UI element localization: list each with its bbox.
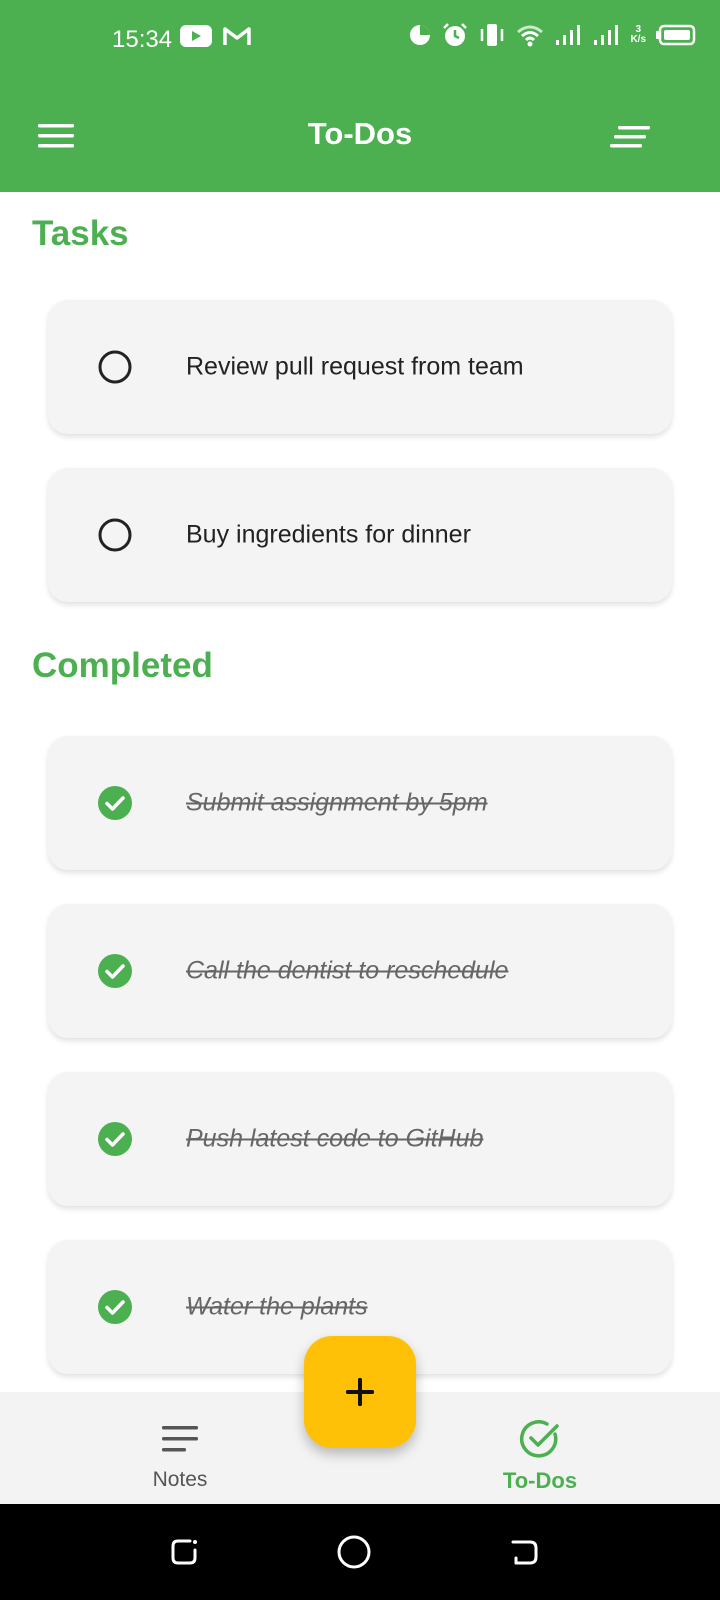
notes-lines-icon	[162, 1426, 198, 1452]
task-label: Buy ingredients for dinner	[186, 520, 471, 549]
net-speed: 3 K/s	[630, 24, 646, 45]
task-card[interactable]: Review pull request from team	[48, 300, 672, 434]
nav-todos[interactable]: To-Dos	[440, 1392, 640, 1504]
completed-label: Submit assignment by 5pm	[186, 788, 488, 817]
system-nav-bar	[0, 1504, 720, 1600]
status-time: 15:34	[112, 26, 173, 53]
home-icon[interactable]	[334, 1532, 374, 1572]
gmail-icon	[223, 27, 251, 45]
wifi-icon	[517, 25, 544, 47]
add-todo-button[interactable]	[304, 1336, 416, 1448]
app-bar: To-Dos	[0, 80, 720, 192]
plus-icon	[346, 1378, 374, 1406]
status-bar: 15:34 3 K/s	[0, 0, 720, 80]
completed-section-title: Completed	[32, 646, 213, 685]
check-circle-outline-icon	[520, 1420, 559, 1458]
youtube-icon	[180, 25, 212, 47]
check-circle-icon[interactable]	[98, 954, 132, 988]
battery-icon	[656, 24, 696, 46]
vibrate-icon	[481, 24, 504, 46]
unchecked-circle-icon[interactable]	[98, 518, 132, 552]
task-label: Review pull request from team	[186, 352, 524, 381]
check-circle-icon[interactable]	[98, 786, 132, 820]
completed-card[interactable]: Push latest code to GitHub	[48, 1072, 672, 1206]
completed-card[interactable]: Call the dentist to reschedule	[48, 904, 672, 1038]
tasks-section-title: Tasks	[32, 214, 129, 253]
recents-icon[interactable]	[164, 1532, 204, 1572]
check-circle-icon[interactable]	[98, 1122, 132, 1156]
completed-label: Water the plants	[186, 1292, 368, 1321]
unchecked-circle-icon[interactable]	[98, 350, 132, 384]
completed-label: Call the dentist to reschedule	[186, 956, 509, 985]
nav-notes-label: Notes	[152, 1468, 208, 1491]
data-saver-icon	[410, 25, 431, 45]
alarm-icon	[443, 23, 468, 46]
completed-card[interactable]: Submit assignment by 5pm	[48, 736, 672, 870]
nav-notes[interactable]: Notes	[80, 1392, 280, 1504]
nav-todos-label: To-Dos	[502, 1468, 578, 1493]
signal-icon	[556, 25, 581, 45]
completed-label: Push latest code to GitHub	[186, 1124, 484, 1153]
task-card[interactable]: Buy ingredients for dinner	[48, 468, 672, 602]
back-icon[interactable]	[504, 1532, 544, 1572]
sort-icon[interactable]	[610, 124, 650, 150]
signal-icon	[594, 25, 619, 45]
check-circle-icon[interactable]	[98, 1290, 132, 1324]
